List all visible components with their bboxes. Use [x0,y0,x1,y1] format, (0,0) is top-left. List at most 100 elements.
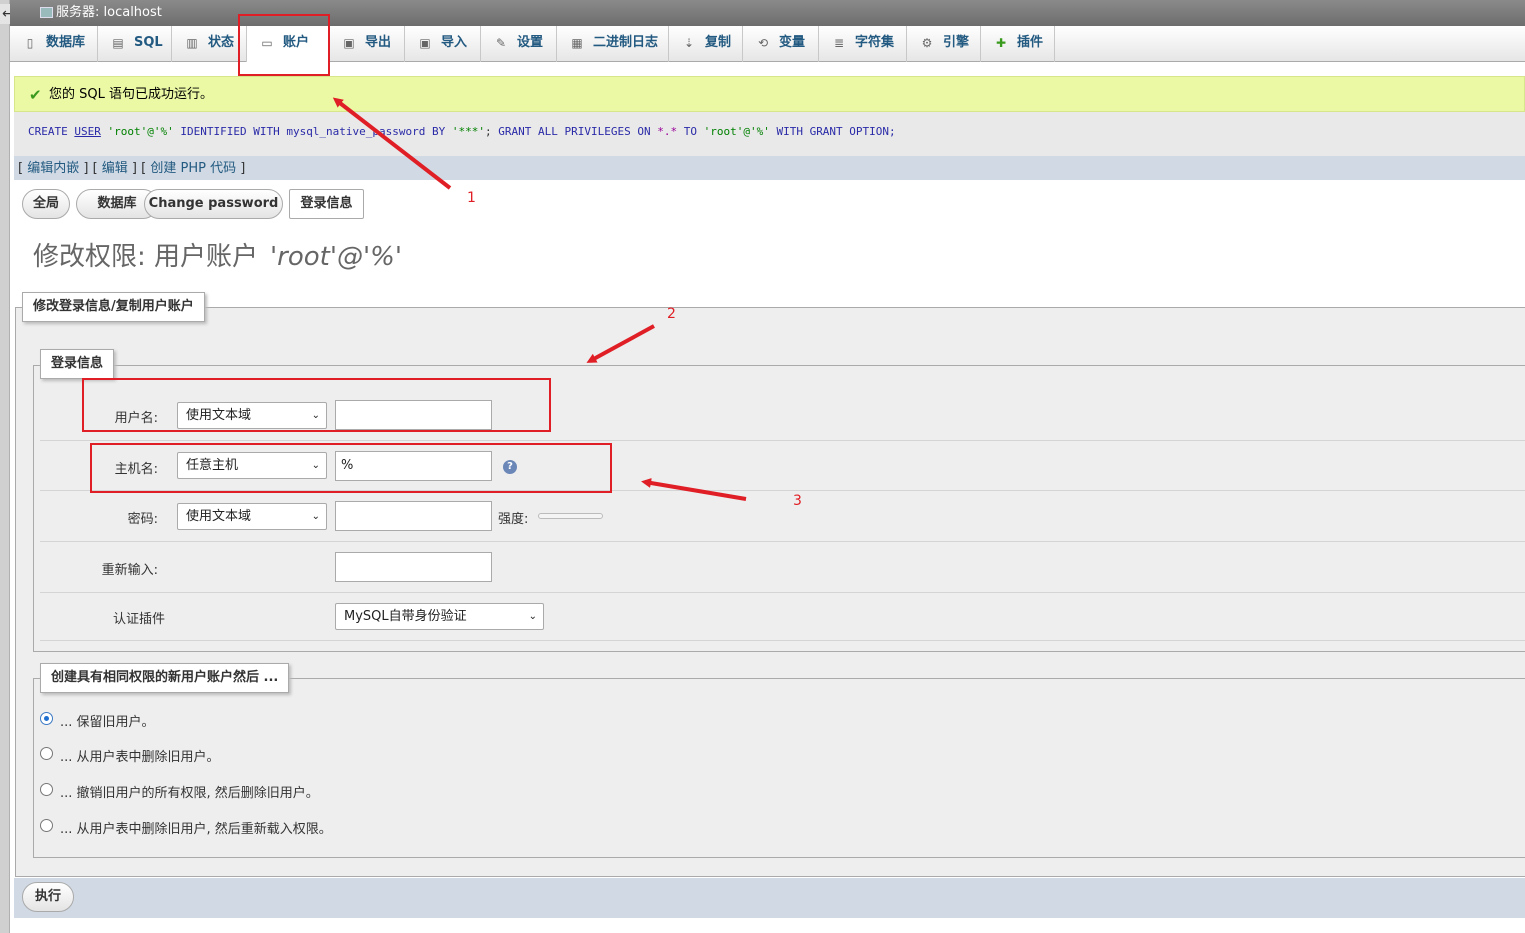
server-breadcrumb[interactable]: 服务器: localhost [56,0,162,26]
query-links-bar: [ 编辑内嵌 ] [ 编辑 ] [ 创建 PHP 代码 ] [14,156,1525,180]
sql-keyword: IDENTIFIED WITH mysql_native_password BY [180,125,446,138]
success-message: ✔ 您的 SQL 语句已成功运行。 [14,76,1525,112]
tab-label: 插件 [1017,35,1044,50]
subtab-login-info[interactable]: 登录信息 [289,189,364,219]
form-footer-bar [14,878,1525,918]
tab-label: 状态 [208,35,235,50]
sql-keyword: GRANT ALL PRIVILEGES ON [498,125,651,138]
sql-string: '***' [451,125,486,138]
radio-button[interactable] [40,819,53,832]
replication-icon: ⇣ [683,36,695,50]
password-type-select[interactable]: 使用文本域 ⌄ [177,503,327,530]
status-icon: ▥ [186,36,198,50]
chevron-down-icon: ⌄ [311,511,320,522]
binlog-icon: ▦ [571,36,583,50]
annotation-box-1 [238,14,330,76]
row-divider [40,640,1525,641]
sql-keyword: WITH GRANT OPTION; [776,125,896,138]
password-input[interactable] [335,501,492,531]
select-value: MySQL自带身份验证 [344,609,467,624]
option-label: ... 从用户表中删除旧用户, 然后重新载入权限。 [60,822,332,837]
radio-button[interactable] [40,712,53,725]
database-icon: ▯ [26,36,34,50]
retype-label: 重新输入: [101,563,158,578]
sql-keyword: TO [683,125,697,138]
charset-icon: ≣ [833,36,845,50]
variables-icon: ⟲ [757,36,769,50]
tab-databases[interactable]: ▯ 数据库 [10,26,98,62]
export-icon: ▣ [343,36,355,50]
check-icon: ✔ [29,86,42,104]
tab-import[interactable]: ▣ 导入 [405,26,481,62]
tab-label: SQL [134,35,163,50]
tab-engines[interactable]: ⚙ 引擎 [907,26,981,62]
plugin-icon: ✚ [995,36,1007,50]
retype-password-input[interactable] [335,552,492,582]
radio-button[interactable] [40,783,53,796]
engine-icon: ⚙ [921,36,933,50]
strength-label: 强度: [498,512,529,527]
option-label: ... 从用户表中删除旧用户。 [60,750,220,765]
option-label: ... 撤销旧用户的所有权限, 然后删除旧用户。 [60,786,319,801]
login-info-legend: 登录信息 [40,349,115,379]
tab-label: 变量 [779,35,806,50]
page-title: 修改权限: 用户账户 'root'@'%' [33,236,402,273]
annotation-number-1: 1 [467,190,476,206]
chevron-down-icon: ⌄ [528,611,537,622]
change-login-legend: 修改登录信息/复制用户账户 [22,292,205,322]
radio-button[interactable] [40,747,53,760]
auth-plugin-label: 认证插件 [112,612,165,627]
inline-edit-link[interactable]: 编辑内嵌 [27,161,79,176]
settings-icon: ✎ [495,36,507,50]
server-icon [40,7,53,18]
password-label: 密码: [127,512,158,527]
success-text: 您的 SQL 语句已成功运行。 [49,87,213,102]
sql-string: 'root'@'%' [703,125,770,138]
tab-label: 字符集 [855,35,895,50]
tab-variables[interactable]: ⟲ 变量 [743,26,819,62]
auth-plugin-select[interactable]: MySQL自带身份验证 ⌄ [335,603,544,630]
tab-charsets[interactable]: ≣ 字符集 [819,26,907,62]
option-label: ... 保留旧用户。 [60,715,155,730]
tab-label: 二进制日志 [593,35,659,50]
row-divider [40,541,1525,542]
password-strength-meter [538,513,603,519]
tab-plugins[interactable]: ✚ 插件 [981,26,1055,62]
annotation-number-3: 3 [793,493,802,509]
annotation-number-2: 2 [667,306,676,322]
subtab-change-password[interactable]: Change password [144,189,283,219]
edit-link[interactable]: 编辑 [102,161,128,176]
tab-settings[interactable]: ✎ 设置 [481,26,557,62]
left-frame-strip: ← [0,0,28,933]
tab-label: 导入 [441,35,468,50]
row-divider [40,592,1525,593]
sql-keyword: CREATE [28,125,68,138]
annotation-box-3 [90,443,612,493]
subtab-global[interactable]: 全局 [22,189,70,219]
create-new-user-legend: 创建具有相同权限的新用户账户然后 ... [40,663,290,693]
tab-export[interactable]: ▣ 导出 [329,26,405,62]
sql-keyword-link[interactable]: USER [74,125,101,138]
sql-query-display: CREATE USER 'root'@'%' IDENTIFIED WITH m… [14,112,1525,156]
submit-button[interactable]: 执行 [22,882,74,912]
create-php-code-link[interactable]: 创建 PHP 代码 [150,161,236,176]
page-title-account: 'root'@'%' [270,242,403,272]
sql-icon: ▤ [112,36,124,50]
import-icon: ▣ [419,36,431,50]
tab-status[interactable]: ▥ 状态 [172,26,247,62]
row-divider [40,440,1525,441]
select-value: 使用文本域 [186,509,252,524]
tab-label: 引擎 [943,35,970,50]
tab-replication[interactable]: ⇣ 复制 [669,26,743,62]
sql-string: 'root'@'%' [107,125,174,138]
tab-label: 复制 [705,35,732,50]
tab-binary-log[interactable]: ▦ 二进制日志 [557,26,669,62]
sql-operator: *.* [657,125,678,138]
tab-label: 设置 [517,35,544,50]
tab-label: 数据库 [46,35,86,50]
page-title-prefix: 修改权限: 用户账户 [33,242,259,272]
sql-punct: ; [485,125,492,138]
annotation-box-2 [82,378,551,432]
tab-label: 导出 [365,35,392,50]
tab-sql[interactable]: ▤ SQL [98,26,172,62]
